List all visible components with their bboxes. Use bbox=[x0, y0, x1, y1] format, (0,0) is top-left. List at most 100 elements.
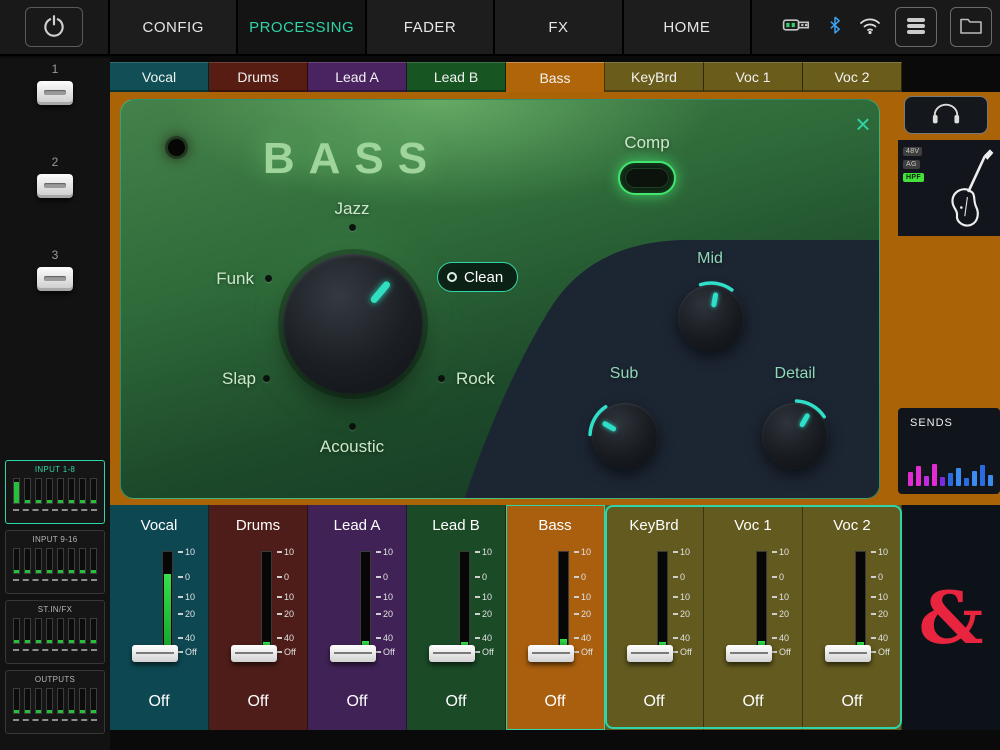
send-bar bbox=[924, 476, 929, 486]
fader-handle[interactable] bbox=[627, 645, 673, 662]
level-meter bbox=[558, 551, 569, 649]
send-bar bbox=[940, 477, 945, 486]
fader-handle[interactable] bbox=[726, 645, 772, 662]
top-bar: CONFIG PROCESSING FADER FX HOME bbox=[0, 0, 1000, 56]
strip-drums[interactable]: Drums 10 0 10 20 40 Off Off bbox=[209, 505, 308, 730]
genre-label-jazz[interactable]: Jazz bbox=[292, 199, 412, 219]
close-button[interactable]: × bbox=[847, 108, 879, 140]
send-bar bbox=[972, 471, 977, 486]
scale-mark: 40 bbox=[376, 633, 393, 643]
fader-handle[interactable] bbox=[330, 645, 376, 662]
genre-dot-acoustic bbox=[349, 423, 356, 430]
send-bar bbox=[916, 466, 921, 486]
tab-fader[interactable]: FADER bbox=[367, 0, 495, 54]
scale-mark: 0 bbox=[574, 572, 586, 582]
channel-tab-lead-a[interactable]: Lead A bbox=[308, 62, 407, 92]
mini-meters bbox=[6, 688, 104, 714]
sends-label: SENDS bbox=[910, 417, 953, 429]
scale-mark: 20 bbox=[277, 609, 294, 619]
meter-fill bbox=[164, 574, 171, 647]
softkey-2-button[interactable] bbox=[37, 174, 73, 198]
mid-knob[interactable] bbox=[678, 285, 744, 351]
channel-tab-drums[interactable]: Drums bbox=[209, 62, 308, 92]
headphone-button[interactable] bbox=[904, 96, 988, 134]
fader-handle[interactable] bbox=[825, 645, 871, 662]
genre-label-acoustic[interactable]: Acoustic bbox=[292, 437, 412, 457]
softkey-3: 3 bbox=[0, 248, 110, 291]
meter-group-label: ST.IN/FX bbox=[6, 605, 104, 614]
genre-label-rock[interactable]: Rock bbox=[456, 369, 576, 389]
fader-dash-line bbox=[13, 719, 97, 721]
fader-handle[interactable] bbox=[231, 645, 277, 662]
brand-area: & bbox=[902, 505, 1000, 730]
sub-knob[interactable] bbox=[592, 403, 658, 469]
channel-name: Voc 2 bbox=[803, 517, 901, 534]
channel-name: Lead B bbox=[407, 517, 505, 534]
tab-fx[interactable]: FX bbox=[495, 0, 623, 54]
meter-group-label: OUTPUTS bbox=[6, 675, 104, 684]
bass-guitar-icon bbox=[944, 145, 996, 236]
fader-handle[interactable] bbox=[528, 645, 574, 662]
scale-mark: 10 bbox=[772, 592, 789, 602]
folder-button[interactable] bbox=[950, 7, 992, 47]
strip-bass[interactable]: Bass 10 0 10 20 40 Off Off bbox=[506, 505, 605, 730]
strip-vocal[interactable]: Vocal 10 0 10 20 40 Off Off bbox=[110, 505, 209, 730]
send-bar bbox=[908, 472, 913, 486]
scale-mark: 0 bbox=[178, 572, 190, 582]
channel-tab-bass[interactable]: Bass bbox=[506, 62, 605, 92]
channel-tabs: Vocal Drums Lead A Lead B Bass KeyBrd Vo… bbox=[110, 62, 902, 92]
channel-tab-vocal[interactable]: Vocal bbox=[110, 62, 209, 92]
channel-tab-voc-1[interactable]: Voc 1 bbox=[704, 62, 803, 92]
softkey-number: 1 bbox=[0, 62, 110, 76]
comp-toggle-button[interactable] bbox=[618, 161, 676, 195]
channel-tab-voc-2[interactable]: Voc 2 bbox=[803, 62, 902, 92]
scale-mark: 20 bbox=[871, 609, 888, 619]
meter-group-input-1-8[interactable]: INPUT 1-8 bbox=[5, 460, 105, 524]
send-bar bbox=[956, 468, 961, 486]
fader-value: Off bbox=[605, 693, 703, 711]
tab-config[interactable]: CONFIG bbox=[110, 0, 238, 54]
scale-mark: 40 bbox=[277, 633, 294, 643]
genre-label-slap[interactable]: Slap bbox=[179, 369, 299, 389]
strip-lead-a[interactable]: Lead A 10 0 10 20 40 Off Off bbox=[308, 505, 407, 730]
sends-meters bbox=[908, 460, 994, 486]
meter-group-input-9-16[interactable]: INPUT 9-16 bbox=[5, 530, 105, 594]
tab-home[interactable]: HOME bbox=[624, 0, 752, 54]
fader-handle[interactable] bbox=[429, 645, 475, 662]
strip-lead-b[interactable]: Lead B 10 0 10 20 40 Off Off bbox=[407, 505, 506, 730]
mid-label: Mid bbox=[650, 250, 770, 268]
scale-mark: Off bbox=[277, 647, 296, 657]
scale-mark: 10 bbox=[376, 547, 393, 557]
fader-handle[interactable] bbox=[132, 645, 178, 662]
scale-mark: 40 bbox=[475, 633, 492, 643]
detail-knob[interactable] bbox=[762, 403, 828, 469]
strip-voc-2[interactable]: Voc 2 10 0 10 20 40 Off Off bbox=[803, 505, 902, 730]
layers-button[interactable] bbox=[895, 7, 937, 47]
tab-processing[interactable]: PROCESSING bbox=[238, 0, 366, 54]
meter-group-stin-fx[interactable]: ST.IN/FX bbox=[5, 600, 105, 664]
voicing-knob[interactable] bbox=[283, 254, 423, 394]
softkey-1-button[interactable] bbox=[37, 81, 73, 105]
usb-device-icon bbox=[782, 14, 812, 41]
scale-mark: Off bbox=[475, 647, 494, 657]
processing-panel: BASS Comp × Jazz Funk Clean Slap Rock Ac… bbox=[110, 92, 1000, 505]
scale-mark: 20 bbox=[772, 609, 789, 619]
left-sidebar: 1 2 3 INPUT 1-8 INPUT 9-16 ST.IN/FX bbox=[0, 58, 110, 750]
sends-panel[interactable]: SENDS bbox=[898, 408, 1000, 494]
softkey-3-button[interactable] bbox=[37, 267, 73, 291]
strip-voc-1[interactable]: Voc 1 10 0 10 20 40 Off Off bbox=[704, 505, 803, 730]
scale-mark: 10 bbox=[376, 592, 393, 602]
genre-label-funk[interactable]: Funk bbox=[134, 269, 254, 289]
wifi-icon bbox=[858, 13, 882, 42]
strip-keybrd[interactable]: KeyBrd 10 0 10 20 40 Off Off bbox=[605, 505, 704, 730]
power-button[interactable] bbox=[25, 7, 83, 47]
meter-group-outputs[interactable]: OUTPUTS bbox=[5, 670, 105, 734]
genre-selected-pill[interactable]: Clean bbox=[437, 262, 518, 292]
channel-tab-keybrd[interactable]: KeyBrd bbox=[605, 62, 704, 92]
level-meter bbox=[855, 551, 866, 649]
meter-group-label: INPUT 1-8 bbox=[6, 465, 104, 474]
channel-tab-lead-b[interactable]: Lead B bbox=[407, 62, 506, 92]
scale-mark: Off bbox=[178, 647, 197, 657]
send-bar bbox=[964, 478, 969, 486]
channel-name: KeyBrd bbox=[605, 517, 703, 534]
